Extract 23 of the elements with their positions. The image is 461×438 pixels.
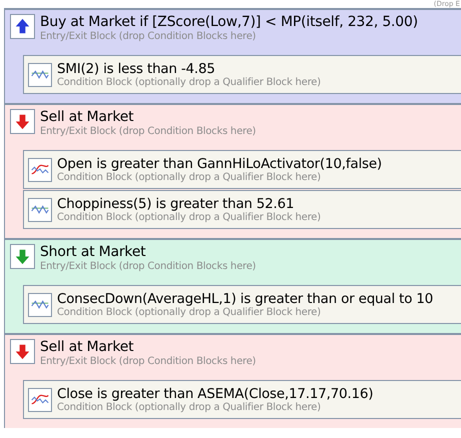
block-hint: Entry/Exit Block (drop Condition Blocks here) [40,261,256,273]
condition-hint: Condition Block (optionally drop a Qualifier Block here) [57,402,322,414]
condition-text: ConsecDown(AverageHL,1) is greater than or equal to 10 [57,290,434,306]
wave-chart-icon [28,198,52,222]
wave-chart-icon [28,292,52,316]
block-hint: Entry/Exit Block (drop Condition Blocks here) [40,126,256,138]
condition-hint: Condition Block (optionally drop a Qualifier Block here) [57,306,322,318]
block-title: Sell at Market [40,109,135,126]
crossing-lines-icon [28,388,52,412]
condition-hint: Condition Block (optionally drop a Qualifier Block here) [57,172,322,184]
condition-hint: Condition Block (optionally drop a Qualifier Block here) [57,76,321,88]
crossing-lines-icon [28,158,52,182]
block-title: Buy at Market if [ZScore(Low,7)] < MP(itself, 232, 5.00) [40,14,418,31]
condition-hint: Condition Block (optionally drop a Qualifier Block here) [57,212,321,224]
condition-text: SMI(2) is less than -4.85 [57,60,216,76]
block-title: Sell at Market [40,339,135,356]
block-hint: Entry/Exit Block (drop Condition Blocks here) [40,31,257,43]
block-title: Short at Market [40,244,147,261]
condition-text: Open is greater than GannHiLoActivator(10,false) [57,156,382,172]
condition-text: Close is greater than ASEMA(Close,17.17,70.16) [57,386,374,402]
condition-text: Choppiness(5) is greater than 52.61 [57,196,296,212]
block-hint: Entry/Exit Block (drop Condition Blocks here) [40,356,256,368]
wave-chart-icon [28,62,52,86]
